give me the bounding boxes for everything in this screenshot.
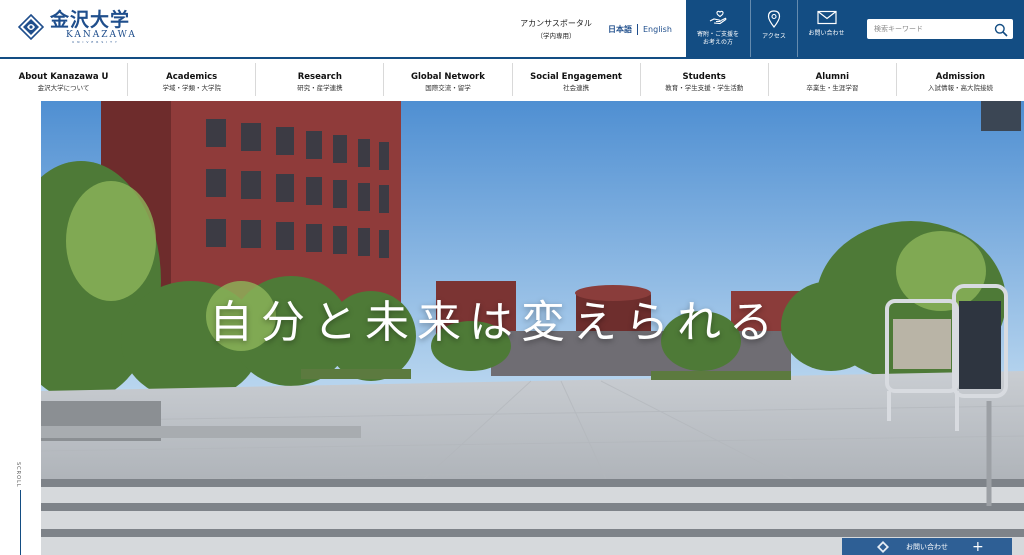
nav-alumni-en: Alumni — [815, 72, 849, 82]
nav-admission[interactable]: Admission 入試情報・高大院接続 — [897, 63, 1024, 96]
nav-students-en: Students — [682, 72, 726, 82]
contact-label: お問い合わせ — [808, 30, 845, 37]
nav-social-engagement-jp: 社会連携 — [563, 84, 590, 92]
nav-research-jp: 研究・産学連携 — [297, 84, 343, 92]
portal-sub-label: （学内専用） — [536, 32, 576, 40]
nav-academics-jp: 学域・学類・大学院 — [162, 84, 221, 92]
global-navigation: About Kanazawa U 金沢大学について Academics 学域・学… — [0, 57, 1024, 101]
university-logo[interactable]: 金沢大学 KANAZAWA UNIVERSITY — [18, 9, 137, 45]
emblem-icon — [18, 14, 44, 40]
donation-link[interactable]: 寄附・ご支援を お考えの方 — [686, 0, 750, 57]
map-pin-icon — [767, 10, 781, 28]
nav-about-en: About Kanazawa U — [18, 72, 109, 82]
nav-global-network-en: Global Network — [410, 72, 485, 82]
access-label: アクセス — [762, 33, 786, 40]
floating-contact-tab[interactable]: お問い合わせ + — [842, 538, 1012, 555]
nav-alumni[interactable]: Alumni 卒業生・生涯学習 — [769, 63, 897, 96]
search-icon[interactable] — [994, 22, 1008, 41]
nav-about-jp: 金沢大学について — [37, 84, 90, 92]
lang-japanese-link[interactable]: 日本語 — [608, 24, 638, 35]
contact-tab-label: お問い合わせ — [906, 542, 948, 551]
access-link[interactable]: アクセス — [750, 0, 797, 57]
donation-label: 寄附・ご支援を — [696, 31, 739, 38]
nav-students-jp: 教育・学生支援・学生活動 — [665, 84, 744, 92]
logo-japanese-name: 金沢大学 — [50, 8, 131, 31]
emblem-icon — [877, 540, 889, 553]
nav-academics-en: Academics — [166, 72, 218, 82]
hero-visual: 自分と未来は変えられる — [41, 101, 1024, 555]
nav-global-network[interactable]: Global Network 国際交流・留学 — [384, 63, 513, 96]
contact-link[interactable]: お問い合わせ — [797, 0, 855, 57]
search-input[interactable] — [867, 20, 987, 38]
language-switcher: 日本語 English — [608, 24, 672, 35]
nav-alumni-jp: 卒業生・生涯学習 — [806, 84, 859, 92]
donation-label-2: お考えの方 — [702, 39, 733, 46]
scroll-indicator-line — [20, 490, 21, 555]
scroll-indicator-label: SCROLL — [15, 462, 21, 488]
site-search — [867, 19, 1013, 39]
donate-hand-icon — [709, 10, 727, 25]
nav-social-engagement-en: Social Engagement — [530, 72, 622, 82]
nav-research[interactable]: Research 研究・産学連携 — [256, 63, 385, 96]
nav-social-engagement[interactable]: Social Engagement 社会連携 — [513, 63, 641, 96]
logo-english-sub: UNIVERSITY — [72, 39, 120, 44]
hero-tagline: 自分と未来は変えられる — [209, 297, 781, 348]
nav-admission-en: Admission — [935, 72, 986, 82]
nav-students[interactable]: Students 教育・学生支援・学生活動 — [641, 63, 769, 96]
nav-admission-jp: 入試情報・高大院接続 — [927, 84, 993, 92]
nav-research-en: Research — [297, 72, 342, 82]
nav-academics[interactable]: Academics 学域・学類・大学院 — [128, 63, 257, 96]
mail-icon — [816, 10, 837, 25]
portal-label: アカンサスポータル — [520, 19, 592, 28]
plus-icon: + — [972, 538, 984, 555]
nav-about[interactable]: About Kanazawa U 金沢大学について — [0, 63, 129, 96]
logo-english-name: KANAZAWA — [66, 29, 137, 40]
lang-english-link[interactable]: English — [638, 25, 672, 34]
nav-global-network-jp: 国際交流・留学 — [425, 84, 471, 92]
acanthus-portal-link[interactable]: アカンサスポータル （学内専用） — [518, 18, 594, 42]
